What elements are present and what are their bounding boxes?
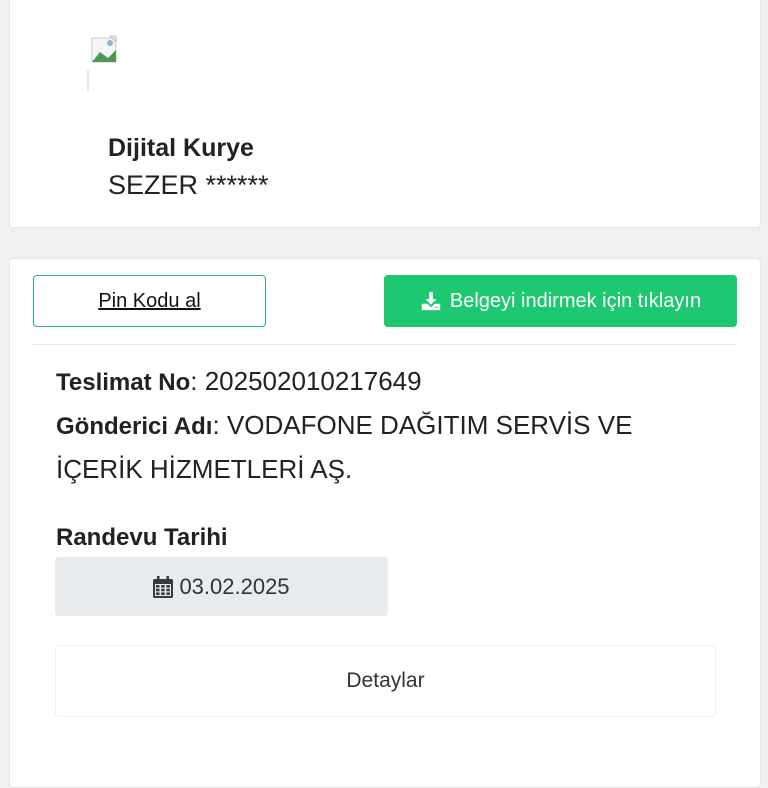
pin-code-button[interactable]: Pin Kodu al xyxy=(33,275,266,327)
divider xyxy=(33,344,737,345)
sender-label: Gönderici Adı xyxy=(56,413,213,440)
appointment-date-value: 03.02.2025 xyxy=(179,573,290,599)
calendar-icon xyxy=(153,575,174,598)
appointment-label: Randevu Tarihi xyxy=(56,524,228,551)
download-icon xyxy=(421,291,441,311)
download-document-button[interactable]: Belgeyi indirmek için tıklayın xyxy=(384,275,737,327)
delivery-card: Pin Kodu al Belgeyi indirmek için tıklay… xyxy=(9,258,761,788)
broken-image-icon xyxy=(87,35,117,92)
sender-value-continued: İÇERİK HİZMETLERİ AŞ. xyxy=(56,454,353,484)
sender-row: Gönderici Adı: VODAFONE DAĞITIM SERVİS V… xyxy=(56,410,632,441)
courier-title: Dijital Kurye xyxy=(108,134,254,162)
details-button[interactable]: Detaylar xyxy=(55,645,716,717)
download-button-label: Belgeyi indirmek için tıklayın xyxy=(449,289,702,312)
delivery-number-label: Teslimat No xyxy=(56,369,191,396)
sender-value: : VODAFONE DAĞITIM SERVİS VE xyxy=(212,410,633,440)
delivery-number-row: Teslimat No: 202502010217649 xyxy=(56,366,422,397)
appointment-date-field[interactable]: 03.02.2025 xyxy=(55,557,388,616)
courier-card: Dijital Kurye SEZER ****** xyxy=(9,0,761,228)
delivery-number-value: : 202502010217649 xyxy=(190,366,422,396)
courier-name: SEZER ****** xyxy=(108,170,269,200)
